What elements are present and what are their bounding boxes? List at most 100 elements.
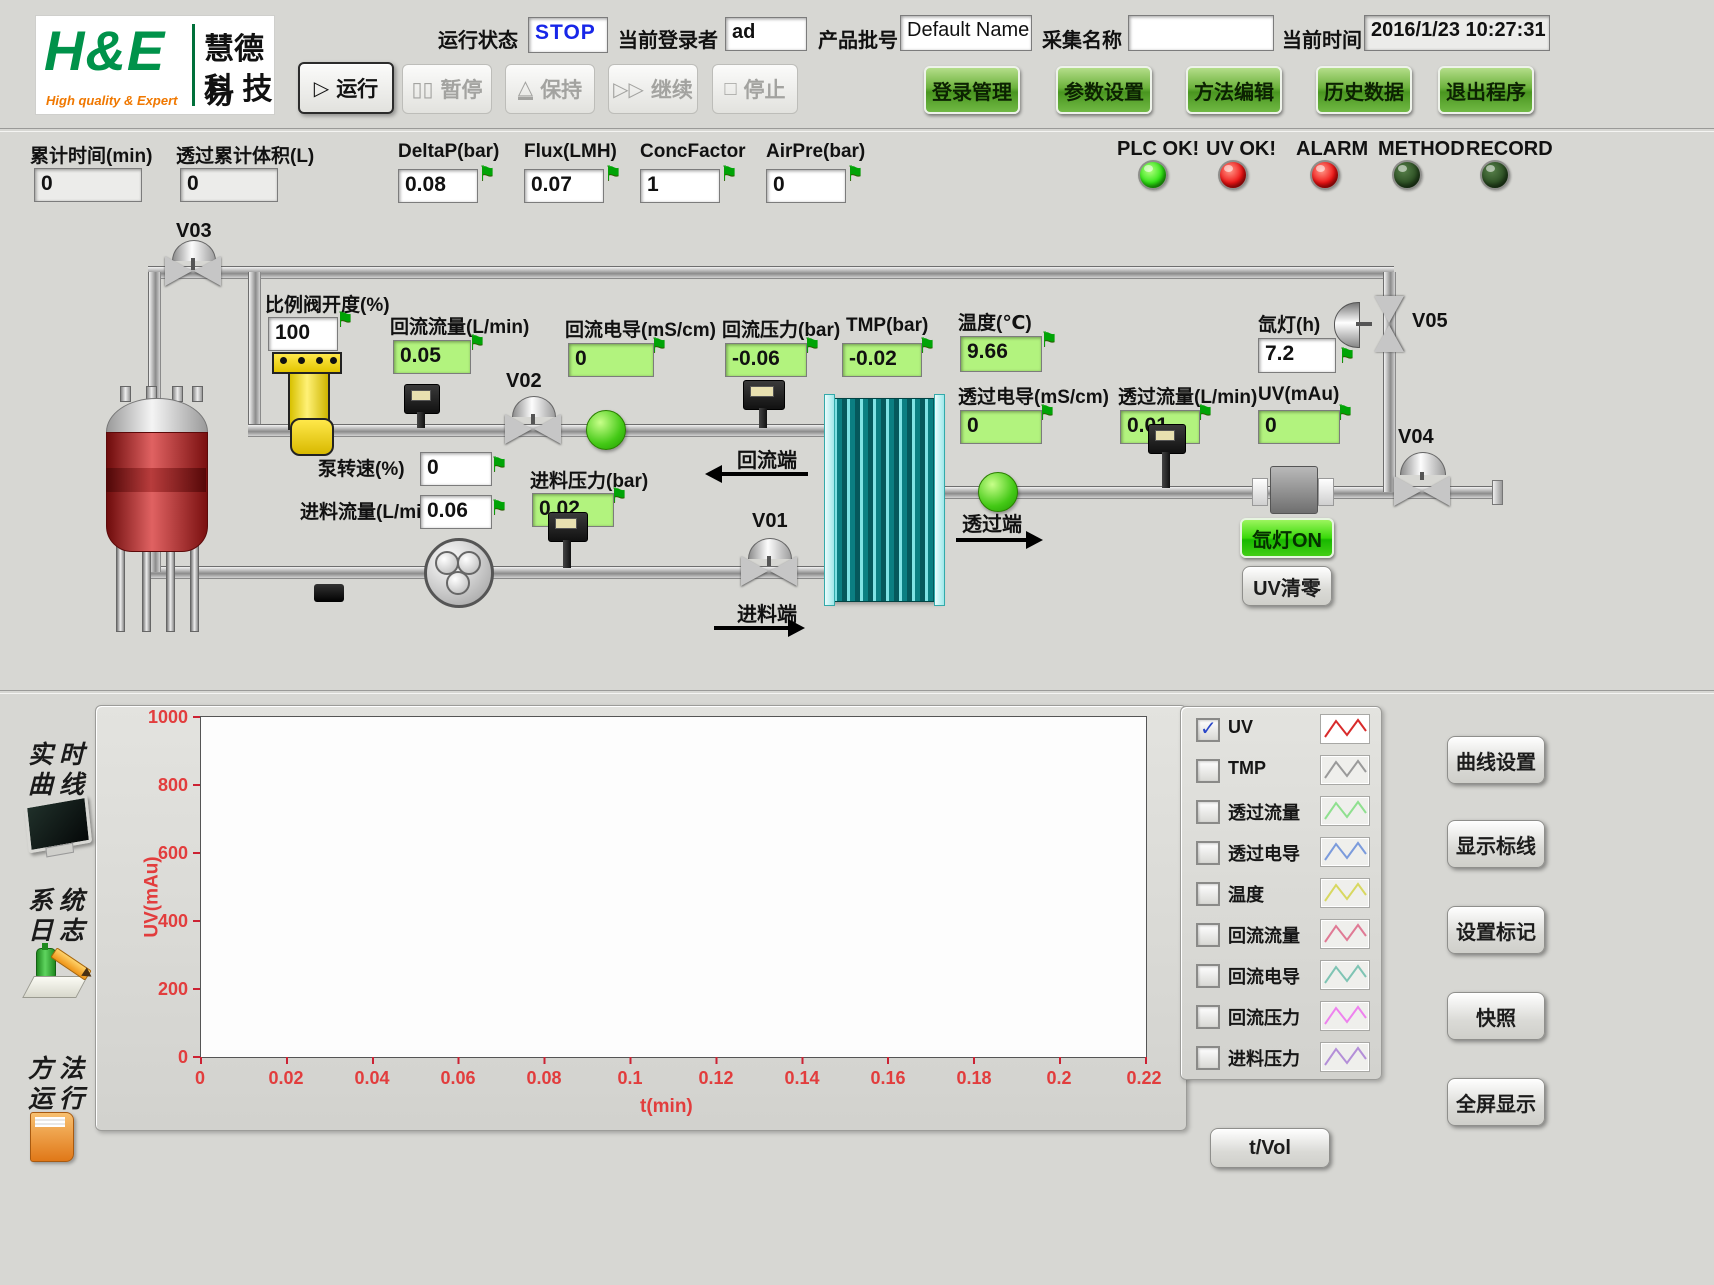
perm-flow-flag-icon: ⚑ [1196,403,1214,423]
pause-button[interactable]: ▯▯ 暂停 [402,64,492,114]
membrane-module [828,398,940,602]
logo-tagline: High quality & Expert [46,93,177,108]
run-button[interactable]: ▷ 运行 [298,62,394,114]
reflux-flow-checkbox[interactable] [1196,923,1220,947]
fullscreen-button[interactable]: 全屏显示 [1447,1078,1545,1126]
set-marker-button[interactable]: 设置标记 [1447,906,1545,954]
feed-flow-arrow [714,626,798,630]
prop-valve-bolt [298,357,305,364]
legend-row-tmp: TMP [1192,755,1372,789]
pump-speed-input[interactable]: 0 [420,452,492,486]
concfactor-input[interactable]: 1 [640,169,720,203]
param-settings-button[interactable]: 参数设置 [1056,66,1152,114]
valve-v01 [741,556,797,586]
tmp-line-swatch[interactable] [1320,755,1370,785]
pause-button-label: 暂停 [441,74,483,104]
y-tick-200: 200 [118,979,188,1000]
reflux-cond-line-swatch[interactable] [1320,960,1370,990]
stop-button[interactable]: □ 停止 [712,64,798,114]
current-time-value: 2016/1/23 10:27:31 [1364,15,1550,51]
prop-valve-input[interactable]: 100 [268,317,338,351]
prop-valve-bolt [330,357,337,364]
deltap-input[interactable]: 0.08 [398,169,478,203]
prop-valve-riser-pipe [248,272,261,430]
feed-pump [424,538,494,608]
login-manage-button[interactable]: 登录管理 [924,66,1020,114]
uv-line-swatch[interactable] [1320,714,1370,744]
snapshot-button[interactable]: 快照 [1447,992,1545,1040]
tank-leg [166,542,175,632]
history-data-button[interactable]: 历史数据 [1316,66,1412,114]
valve-v05-stem [1356,322,1372,326]
x-tick: 0.2 [1046,1068,1071,1089]
alarm-label: ALARM [1296,138,1368,161]
nav-method-run-label: 方法运行 [28,1054,90,1114]
plc-ok-label: PLC OK! [1117,138,1199,161]
uv-zero-button[interactable]: UV清零 [1242,566,1332,606]
reflux-flow-line-swatch[interactable] [1320,919,1370,949]
feed-fitting [314,584,344,602]
curve-settings-button[interactable]: 曲线设置 [1447,736,1545,784]
x-tick: 0.02 [268,1068,303,1089]
show-marker-line-button[interactable]: 显示标线 [1447,820,1545,868]
temp-label: 温度(℃) [958,308,1032,335]
valve-v05 [1374,296,1404,352]
method-edit-button[interactable]: 方法编辑 [1186,66,1282,114]
airpre-input[interactable]: 0 [766,169,846,203]
tvol-toggle-button[interactable]: t/Vol [1210,1128,1330,1168]
x-tick: 0.12 [698,1068,733,1089]
feed-press-checkbox[interactable] [1196,1046,1220,1070]
perm-flow-checkbox[interactable] [1196,800,1220,824]
current-time-label: 当前时间 [1282,24,1362,53]
reflux-press-line-swatch[interactable] [1320,1001,1370,1031]
perm-cond-line-swatch[interactable] [1320,837,1370,867]
exit-program-button[interactable]: 退出程序 [1438,66,1534,114]
perm-cond-checkbox[interactable] [1196,841,1220,865]
temp-checkbox[interactable] [1196,882,1220,906]
legend-label: UV [1228,717,1253,738]
nav-realtime-curve-label: 实时曲线 [28,740,90,800]
legend-label: 透过流量 [1228,799,1300,825]
resume-button[interactable]: ▷▷ 继续 [608,64,698,114]
hold-button[interactable]: △ 保持 [505,64,595,114]
chart-plot-area[interactable] [200,716,1147,1058]
feed-press-line-swatch[interactable] [1320,1042,1370,1072]
feed-flow-input[interactable]: 0.06 [420,495,492,529]
reflux-flow-arrow [712,472,808,476]
x-axis-title: t(min) [640,1096,693,1118]
valve-v05-flag-icon: ⚑ [1338,346,1356,366]
uv-checkbox[interactable] [1196,718,1220,742]
perm-flow-line-swatch[interactable] [1320,796,1370,826]
deltap-flag-icon: ⚑ [478,164,496,184]
flux-label: Flux(LMH) [524,141,617,163]
legend-row-uv: UV [1192,714,1372,748]
run-status-value: STOP [528,17,608,53]
membrane-left-cap [824,394,835,606]
tank-nozzle [192,386,203,402]
total-volume-value: 0 [180,168,278,202]
temp-line-swatch[interactable] [1320,878,1370,908]
tmp-value: -0.02 [842,343,922,377]
y-axis-ticks [193,716,200,1058]
hmi-main-screen: H&E High quality & Expert 慧德易 科 技 运行状态 S… [0,0,1714,1285]
feed-tank-band [106,468,206,492]
flux-input[interactable]: 0.07 [524,169,604,203]
batch-input[interactable]: Default Name [900,15,1032,51]
y-tick-600: 600 [118,843,188,864]
uv-ok-led [1218,160,1248,190]
tmp-checkbox[interactable] [1196,759,1220,783]
reflux-cond-checkbox[interactable] [1196,964,1220,988]
collect-name-label: 采集名称 [1042,24,1122,53]
reflux-press-checkbox[interactable] [1196,1005,1220,1029]
reflux-press-flag-icon: ⚑ [803,336,821,356]
temp-flag-icon: ⚑ [1040,330,1058,350]
pause-icon: ▯▯ [411,77,433,102]
tank-leg [190,542,199,632]
pump-speed-label: 泵转速(%) [318,454,405,481]
logo-he-text: H&E [44,18,165,83]
alarm-led [1310,160,1340,190]
prop-valve-port [290,418,334,456]
uv-cell-flange [1252,478,1268,506]
xenon-on-button[interactable]: 氙灯ON [1240,518,1334,558]
collect-name-input[interactable] [1128,15,1274,51]
